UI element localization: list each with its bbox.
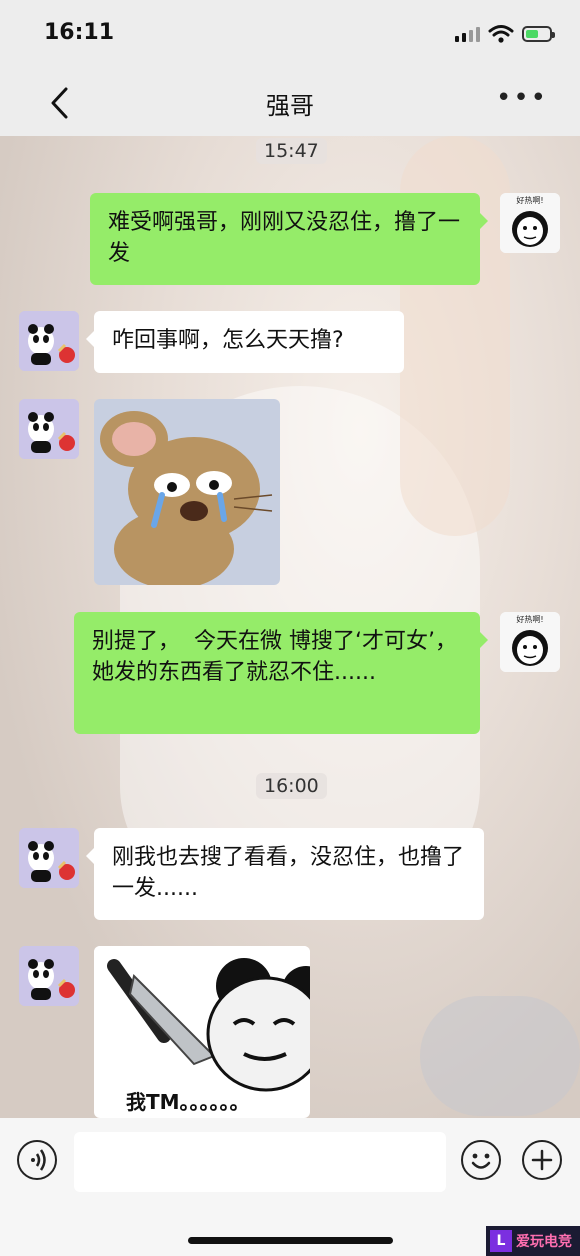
message-bubble-received[interactable]: 咋回事啊，怎么天天撸?	[86, 311, 404, 373]
panda-avatar-icon: 好热啊!	[500, 612, 560, 672]
watermark-text: 爱玩电竞	[516, 1234, 572, 1250]
sticker-panda-knife[interactable]: 我TM。。。。。。	[94, 946, 310, 1118]
avatar-contact[interactable]	[19, 311, 79, 371]
panda-avatar-icon: 好热啊!	[500, 193, 560, 253]
chat-area[interactable]: 15:47 难受啊强哥，刚刚又没忍住，撸了一发 好热啊! 咋回事啊，怎么天天撸?	[0, 136, 580, 1118]
add-icon[interactable]	[522, 1140, 562, 1180]
avatar-me[interactable]: 好热啊!	[500, 612, 560, 672]
message-bubble-sent[interactable]: 难受啊强哥，刚刚又没忍住，撸了一发	[90, 193, 488, 285]
home-indicator	[188, 1237, 393, 1244]
wifi-icon	[488, 25, 514, 43]
wallpaper-shape	[420, 996, 580, 1116]
timestamp: 15:47	[256, 138, 327, 164]
status-bar: 16:11	[0, 0, 580, 70]
avatar-caption: 好热啊!	[516, 195, 543, 205]
battery-icon	[522, 26, 555, 42]
voice-icon[interactable]	[17, 1140, 57, 1180]
message-bubble-received[interactable]: 刚我也去搜了看看，没忍住，也撸了一发......	[86, 828, 484, 920]
nav-bar: 强哥 •••	[0, 70, 580, 136]
message-text: 别提了， 今天在微 博搜了‘才可女’，她发的东西看了就忍不住......	[92, 629, 457, 685]
avatar-contact[interactable]	[19, 399, 79, 459]
message-input[interactable]	[74, 1132, 446, 1192]
signal-icon	[455, 27, 480, 42]
timestamp: 16:00	[256, 773, 327, 799]
sticker-caption: 我TM。。。。。。	[126, 1090, 250, 1114]
panda-avatar-icon	[19, 946, 79, 1006]
watermark: L 爱玩电竞	[486, 1226, 580, 1256]
panda-avatar-icon	[19, 311, 79, 371]
avatar-contact[interactable]	[19, 946, 79, 1006]
avatar-contact[interactable]	[19, 828, 79, 888]
sticker-crying-mouse[interactable]	[94, 399, 280, 585]
status-time: 16:11	[44, 20, 115, 45]
avatar-me[interactable]: 好热啊!	[500, 193, 560, 253]
message-bubble-sent[interactable]: 别提了， 今天在微 博搜了‘才可女’，她发的东西看了就忍不住......	[74, 612, 488, 734]
watermark-logo-icon: L	[490, 1230, 512, 1252]
panda-avatar-icon	[19, 399, 79, 459]
more-icon[interactable]: •••	[496, 85, 546, 112]
emoji-icon[interactable]	[461, 1140, 501, 1180]
chat-title: 强哥	[266, 92, 314, 120]
avatar-caption: 好热啊!	[516, 614, 543, 624]
panda-avatar-icon	[19, 828, 79, 888]
